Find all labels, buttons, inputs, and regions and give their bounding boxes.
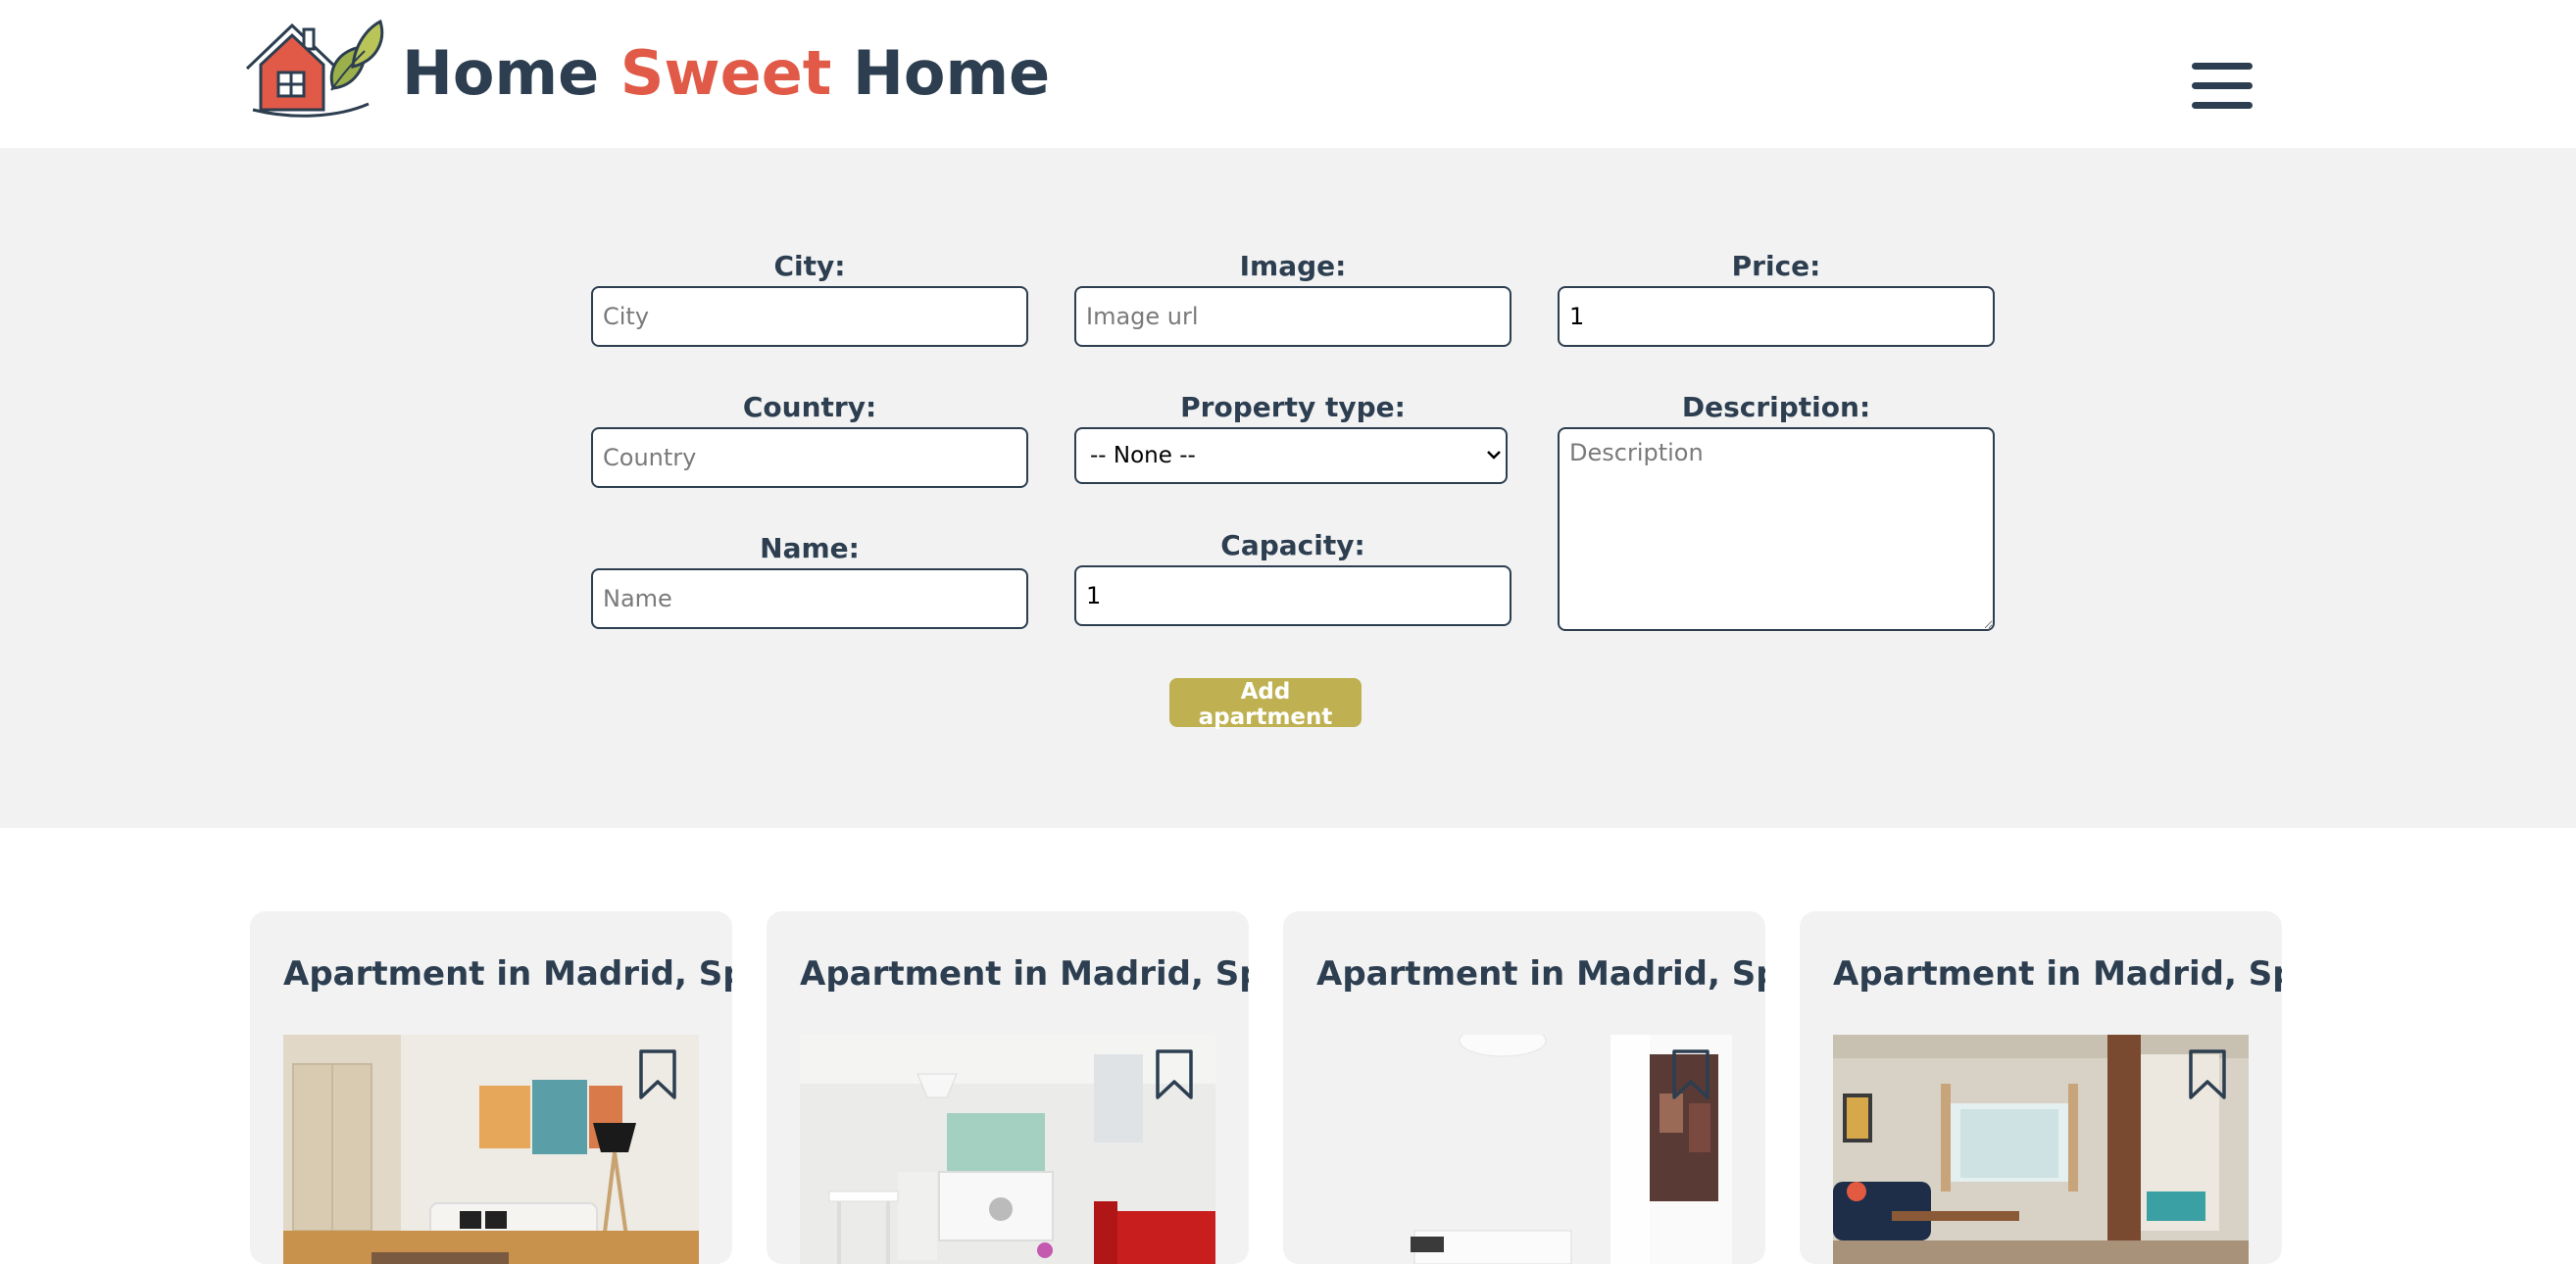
description-label: Description: bbox=[1681, 391, 1871, 423]
property-type-select[interactable]: -- None -- bbox=[1074, 427, 1508, 484]
apartment-photo-bedroom[interactable] bbox=[1316, 1035, 1732, 1264]
country-input[interactable] bbox=[591, 427, 1028, 488]
property-type-label: Property type: bbox=[1180, 391, 1406, 423]
apartment-photo-kitchen[interactable] bbox=[800, 1035, 1215, 1264]
name-input[interactable] bbox=[591, 568, 1028, 629]
house-with-leaves-logo[interactable] bbox=[243, 18, 386, 120]
bookmark-icon[interactable] bbox=[1155, 1048, 1194, 1101]
brand-title[interactable]: Home Sweet Home bbox=[402, 29, 1050, 118]
apartment-card-title[interactable]: Apartment in Madrid, Spain bbox=[283, 954, 732, 994]
city-input[interactable] bbox=[591, 286, 1028, 347]
hamburger-menu-icon[interactable] bbox=[2192, 63, 2253, 110]
apartment-card[interactable]: Apartment in Madrid, Spain bbox=[1800, 911, 2282, 1264]
property-type-field-group: Property type: -- None -- bbox=[1074, 388, 1511, 484]
city-field-group: City: bbox=[591, 247, 1028, 347]
image-field-group: Image: bbox=[1074, 247, 1511, 347]
apartment-photo-living-room[interactable] bbox=[283, 1035, 699, 1264]
price-label: Price: bbox=[1731, 250, 1821, 282]
apartment-card[interactable]: Apartment in Madrid, Spain bbox=[767, 911, 1249, 1264]
apartment-card[interactable]: Apartment in Madrid, Spain bbox=[1283, 911, 1765, 1264]
country-field-group: Country: bbox=[591, 388, 1028, 488]
capacity-label: Capacity: bbox=[1220, 529, 1365, 561]
image-url-input[interactable] bbox=[1074, 286, 1511, 347]
bookmark-icon[interactable] bbox=[638, 1048, 677, 1101]
apartment-card-title[interactable]: Apartment in Madrid, Spain bbox=[800, 954, 1249, 994]
price-field-group: Price: bbox=[1558, 247, 1995, 347]
add-apartment-form: City: Country: Name: Image: Property typ… bbox=[0, 148, 2576, 828]
brand-word-3: Home bbox=[853, 37, 1051, 109]
brand-word-2: Sweet bbox=[619, 37, 832, 109]
description-field-group: Description: bbox=[1558, 388, 1995, 631]
apartment-card[interactable]: Apartment in Madrid, Spain bbox=[250, 911, 732, 1264]
capacity-field-group: Capacity: bbox=[1074, 526, 1511, 626]
bookmark-icon[interactable] bbox=[1671, 1048, 1710, 1101]
site-header: Home Sweet Home bbox=[0, 0, 2576, 148]
description-textarea[interactable] bbox=[1558, 427, 1995, 631]
brand-word-1: Home bbox=[402, 37, 600, 109]
capacity-input[interactable] bbox=[1074, 565, 1511, 626]
country-label: Country: bbox=[742, 391, 877, 423]
add-apartment-button[interactable]: Add apartment bbox=[1169, 678, 1362, 730]
bookmark-icon[interactable] bbox=[2188, 1048, 2227, 1101]
name-field-group: Name: bbox=[591, 529, 1028, 629]
name-label: Name: bbox=[760, 532, 860, 564]
property-type-select-wrapper: -- None -- bbox=[1074, 427, 1511, 484]
city-label: City: bbox=[773, 250, 846, 282]
image-label: Image: bbox=[1239, 250, 1347, 282]
apartment-photo-lounge[interactable] bbox=[1833, 1035, 2249, 1264]
apartment-card-title[interactable]: Apartment in Madrid, Spain bbox=[1316, 954, 1765, 994]
price-input[interactable] bbox=[1558, 286, 1995, 347]
apartment-card-title[interactable]: Apartment in Madrid, Spain bbox=[1833, 954, 2282, 994]
